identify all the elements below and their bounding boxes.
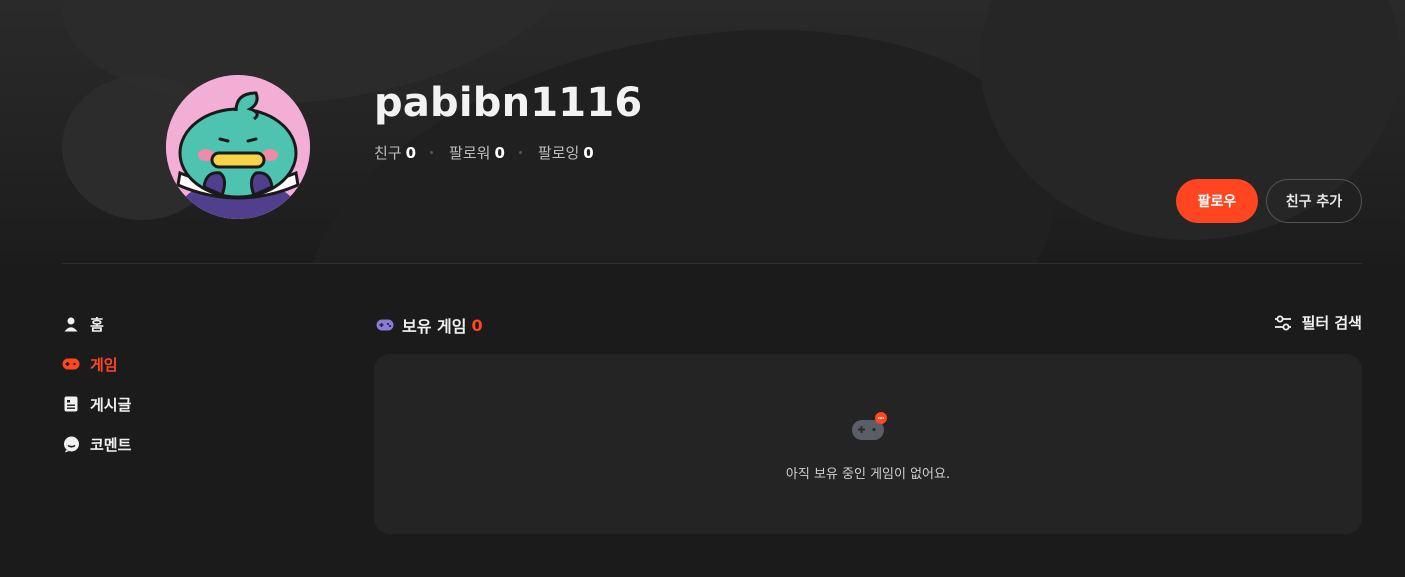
sidebar-item-label: 코멘트 bbox=[90, 435, 132, 454]
stat-value: 0 bbox=[583, 143, 594, 162]
comment-icon bbox=[62, 435, 80, 453]
empty-gamepad-icon bbox=[850, 412, 890, 444]
header-divider bbox=[62, 263, 1362, 264]
sliders-icon bbox=[1274, 313, 1294, 333]
document-icon bbox=[62, 395, 80, 413]
stat-followers[interactable]: 팔로워 0 bbox=[449, 142, 505, 163]
profile-stats: 친구 0 팔로워 0 팔로잉 0 bbox=[374, 142, 594, 163]
empty-state-card: 아직 보유 중인 게임이 없어요. bbox=[374, 354, 1362, 534]
stat-following[interactable]: 팔로잉 0 bbox=[538, 142, 594, 163]
sidebar-item-label: 게시글 bbox=[90, 395, 132, 414]
owned-games-count: 0 bbox=[471, 315, 483, 335]
filter-label: 필터 검색 bbox=[1301, 314, 1362, 332]
empty-state-message: 아직 보유 중인 게임이 없어요. bbox=[785, 467, 951, 482]
stat-label: 팔로워 bbox=[449, 144, 491, 162]
sidebar-item-games[interactable]: 게임 bbox=[62, 352, 131, 376]
filter-search-button[interactable]: 필터 검색 bbox=[1274, 312, 1362, 333]
separator-dot bbox=[430, 151, 434, 154]
sidebar-item-home[interactable]: 홈 bbox=[62, 312, 131, 336]
avatar bbox=[166, 75, 310, 219]
stat-label: 친구 bbox=[374, 144, 402, 162]
separator-dot bbox=[518, 151, 522, 154]
stat-value: 0 bbox=[405, 143, 417, 162]
stat-label: 팔로잉 bbox=[537, 144, 580, 162]
sidebar-item-comments[interactable]: 코멘트 bbox=[62, 432, 131, 456]
follow-button[interactable]: 팔로우 bbox=[1176, 179, 1258, 223]
section-title-text: 보유 게임 bbox=[402, 317, 467, 336]
gamepad-icon bbox=[62, 355, 80, 373]
sidebar-item-label: 게임 bbox=[90, 355, 118, 374]
sidebar-nav: 홈 게임 게시글 코멘트 bbox=[62, 312, 131, 472]
stat-friends[interactable]: 친구 0 bbox=[374, 142, 416, 163]
stat-value: 0 bbox=[494, 143, 505, 162]
add-friend-button[interactable]: 친구 추가 bbox=[1266, 179, 1362, 223]
gamepad-icon bbox=[376, 315, 396, 335]
username: pabibn1116 bbox=[374, 80, 643, 126]
person-icon bbox=[62, 315, 80, 333]
sidebar-item-posts[interactable]: 게시글 bbox=[62, 392, 131, 416]
sidebar-item-label: 홈 bbox=[90, 315, 104, 334]
owned-games-title: 보유 게임 0 bbox=[376, 313, 483, 337]
